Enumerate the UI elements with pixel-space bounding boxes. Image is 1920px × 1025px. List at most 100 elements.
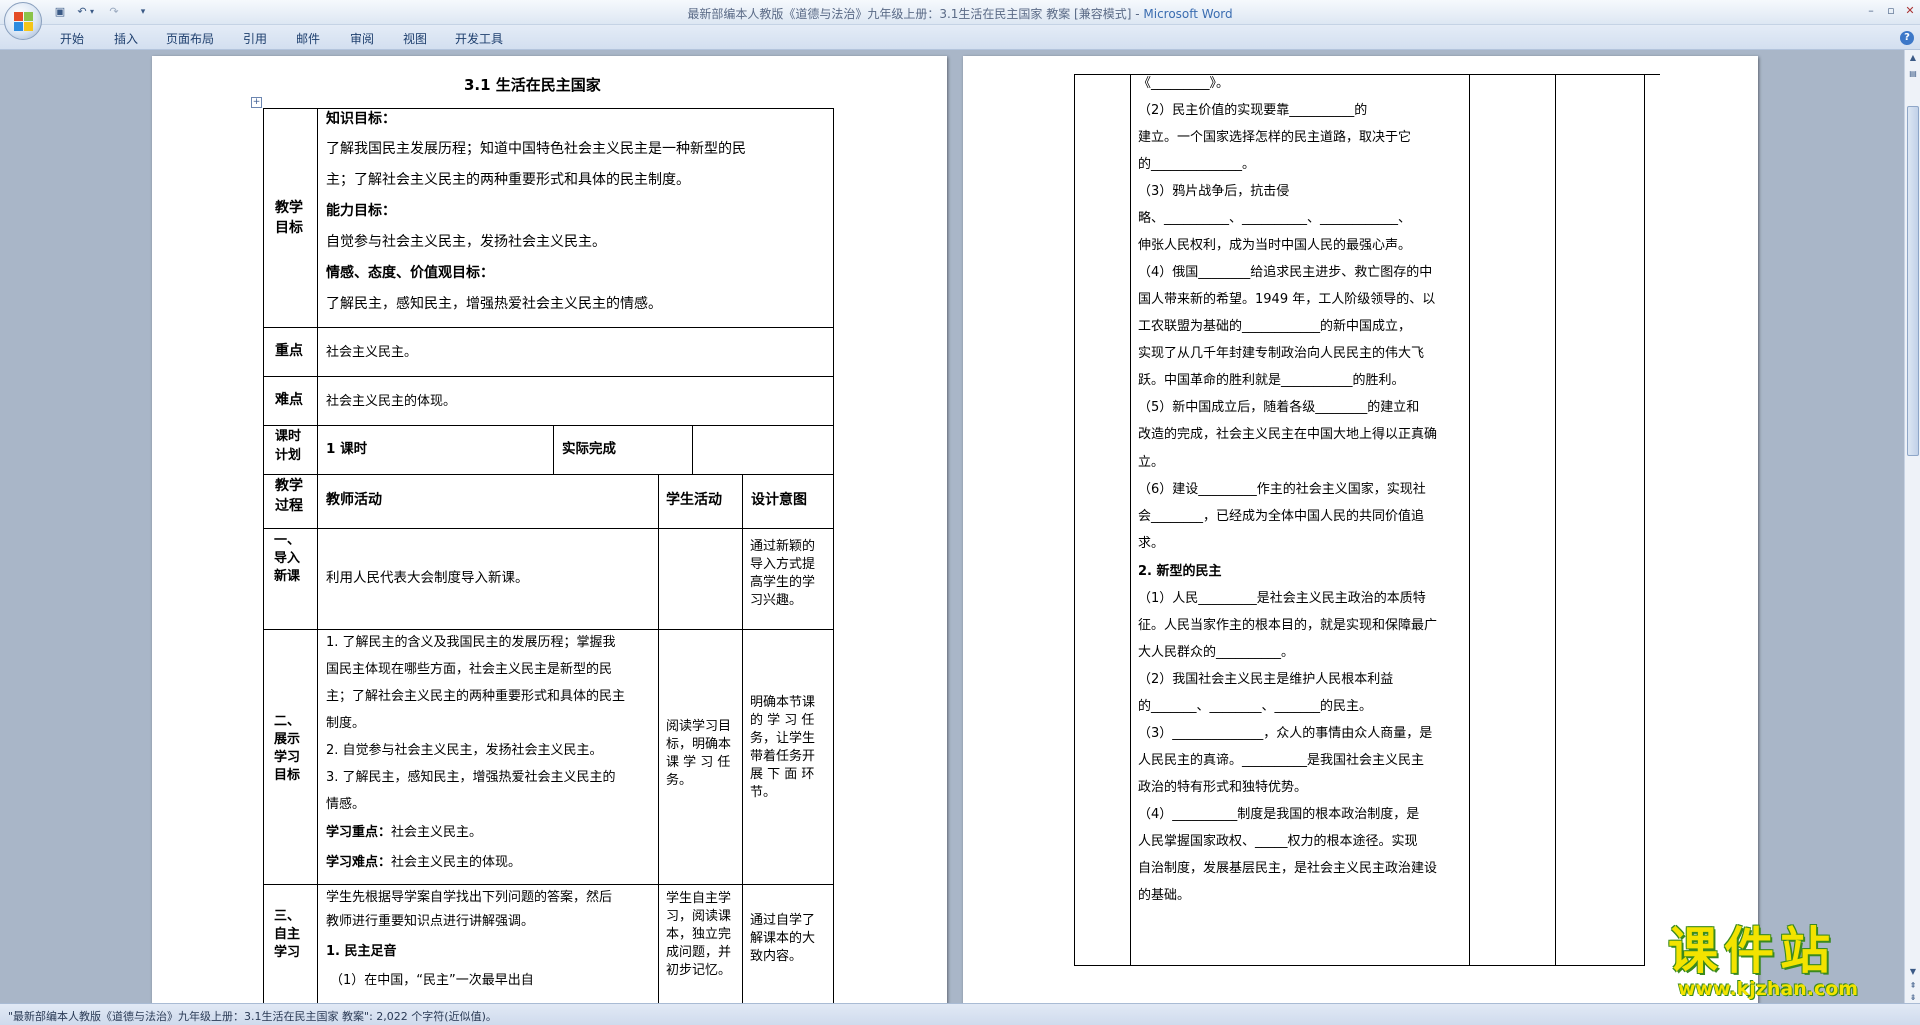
self-label-1: 三、: [274, 909, 301, 924]
difficult-text: 社会主义民主的体现。: [326, 394, 457, 409]
maximize-icon[interactable]: ▫: [1882, 3, 1900, 19]
show-label-2: 展示: [274, 732, 301, 747]
table-move-handle-icon[interactable]: +: [251, 97, 262, 108]
page2-line: 的_______、________、_______的民主。: [1138, 699, 1373, 714]
learning-difficulty-label: 学习难点：: [326, 855, 392, 870]
key-label: 重点: [275, 343, 303, 359]
self-design-line: 通过自学了: [750, 913, 816, 928]
tab-view[interactable]: 视图: [403, 30, 427, 47]
page2-line: 的______________。: [1138, 157, 1256, 172]
page2-line: 会________，已经成为全体中国人民的共同价值追: [1138, 509, 1425, 524]
tab-review[interactable]: 审阅: [350, 30, 374, 47]
self-teacher-line: 学生先根据导学案自学找出下列问题的答案，然后: [326, 890, 613, 905]
goal-line: 了解我国民主发展历程；知道中国特色社会主义民主是一种新型的民: [326, 141, 746, 157]
show-teacher-line: 主；了解社会主义民主的两种重要形式和具体的民主: [326, 689, 626, 704]
self-design-line: 解课本的大: [750, 931, 816, 946]
show-design-line: 明确本节课: [750, 695, 816, 710]
page2-line: 求。: [1138, 536, 1165, 551]
show-student-line: 标，明确本: [666, 737, 732, 752]
show-label-1: 二、: [274, 714, 301, 729]
site-watermark: 课件站 www.kjzhan.com: [1668, 922, 1908, 1002]
page2-line: （4）俄国________给追求民主进步、救亡图存的中: [1138, 265, 1433, 280]
tab-mailings[interactable]: 邮件: [296, 30, 320, 47]
learning-difficulty-text: 社会主义民主的体现。: [391, 855, 522, 870]
process-label-2: 过程: [275, 498, 303, 514]
watermark-title: 课件站: [1668, 921, 1836, 980]
page2-line: 大人民群众的__________。: [1138, 645, 1295, 660]
page2-line: 略、__________、__________、____________、: [1138, 211, 1412, 226]
tab-developer[interactable]: 开发工具: [455, 30, 503, 47]
show-design-line: 务，让学生: [750, 731, 816, 746]
office-logo-icon: [14, 12, 33, 31]
page2-line: 国人带来新的希望。1949 年，工人阶级领导的、以: [1138, 292, 1436, 307]
page2-line: 政治的特有形式和独特优势。: [1138, 780, 1308, 795]
tab-references[interactable]: 引用: [243, 30, 267, 47]
scroll-up-icon[interactable]: ▲: [1907, 52, 1919, 64]
minimize-icon[interactable]: –: [1862, 3, 1880, 19]
scroll-down-icon[interactable]: ▼: [1907, 966, 1919, 978]
page2-line: 改造的完成，社会主义民主在中国大地上得以正真确: [1138, 427, 1438, 442]
page2-line: 的基础。: [1138, 888, 1191, 903]
page2-line: 《_________》。: [1138, 76, 1230, 91]
page2-line: （5）新中国成立后，随着各级________的建立和: [1138, 400, 1420, 415]
page2-line: 征。人民当家作主的根本目的，就是实现和保障最广: [1138, 618, 1438, 633]
plan-label-2: 计划: [275, 448, 302, 463]
intro-label-1: 一、: [274, 533, 301, 548]
democracy-footsteps-heading: 1. 民主足音: [326, 944, 397, 959]
tab-insert[interactable]: 插入: [114, 30, 138, 47]
goal-line: 了解民主，感知民主，增强热爱社会主义民主的情感。: [326, 296, 662, 312]
window-title: 最新部编本人教版《道德与法治》九年级上册：3.1生活在民主国家 教案 [兼容模式…: [687, 7, 1233, 21]
scroll-thumb[interactable]: [1907, 106, 1919, 456]
show-student-line: 课 学 习 任: [666, 755, 731, 770]
self-student-line: 初步记忆。: [666, 963, 732, 978]
office-button[interactable]: [4, 2, 42, 40]
page2-line: 工农联盟为基础的____________的新中国成立，: [1138, 319, 1412, 334]
show-design-line: 带着任务开: [750, 749, 816, 764]
document-area[interactable]: 3.1 生活在民主国家 + 教学 目标 知识目标： 了解我国民主发展历程；知道中…: [0, 50, 1904, 1003]
page2-line: 立。: [1138, 455, 1165, 470]
previous-page-icon[interactable]: ⇞: [1907, 980, 1919, 992]
page2-line: 建立。一个国家选择怎样的民主道路，取决于它: [1138, 130, 1412, 145]
goal-line: 自觉参与社会主义民主，发扬社会主义民主。: [326, 234, 606, 250]
emotion-goal-heading: 情感、态度、价值观目标：: [326, 265, 494, 281]
difficult-label: 难点: [275, 392, 303, 408]
self-student-line: 本，独立完: [666, 927, 732, 942]
page2-line: 实现了从几千年封建专制政治向人民民主的伟大飞: [1138, 346, 1425, 361]
student-activity-header: 学生活动: [666, 492, 722, 508]
ability-goal-heading: 能力目标：: [326, 203, 396, 219]
page2-line: 伸张人民权利，成为当时中国人民的最强心声。: [1138, 238, 1412, 253]
page2-line: 人民民主的真谛。__________是我国社会主义民主: [1138, 753, 1425, 768]
intro-label-2: 导入: [274, 551, 301, 566]
show-design-line: 的 学 习 任: [750, 713, 815, 728]
show-teacher-line: 国民主体现在哪些方面，社会主义民主是新型的民: [326, 662, 613, 677]
page2-line: （3）______________，众人的事情由众人商量，是: [1138, 726, 1433, 741]
show-teacher-line: 3. 了解民主，感知民主，增强热爱社会主义民主的: [326, 770, 616, 785]
page2-line: 自治制度，发展基层民主，是社会主义民主政治建设: [1138, 861, 1438, 876]
page2-line: 2. 新型的民主: [1138, 564, 1222, 579]
show-student-line: 务。: [666, 773, 693, 788]
intro-teacher-text: 利用人民代表大会制度导入新课。: [326, 570, 529, 586]
show-design-line: 节。: [750, 785, 777, 800]
tab-home[interactable]: 开始: [60, 30, 84, 47]
process-label-1: 教学: [275, 478, 303, 494]
self-label-2: 自主: [274, 927, 301, 942]
page2-line: （2）民主价值的实现要靠__________的: [1138, 103, 1368, 118]
tab-page-layout[interactable]: 页面布局: [166, 30, 214, 47]
close-icon[interactable]: ✕: [1901, 3, 1919, 19]
title-bar: ▣ ↶ ▾ ↷ ▾ 最新部编本人教版《道德与法治》九年级上册：3.1生活在民主国…: [0, 0, 1920, 25]
page-2: 《_________》。 （2）民主价值的实现要靠__________的建立。一个…: [963, 56, 1758, 1003]
ruler-toggle-icon[interactable]: ▤: [1907, 68, 1919, 80]
show-student-line: 阅读学习目: [666, 719, 732, 734]
help-icon[interactable]: ?: [1900, 31, 1914, 45]
plan-hours: 1 课时: [326, 441, 368, 457]
ribbon-tabs: 开始 插入 页面布局 引用 邮件 审阅 视图 开发工具 ?: [0, 25, 1920, 50]
intro-design-line: 高学生的学: [750, 575, 816, 590]
page2-line: 人民掌握国家政权、_____权力的根本途径。实现: [1138, 834, 1418, 849]
page2-line: 跃。中国革命的胜利就是___________的胜利。: [1138, 373, 1405, 388]
self-student-line: 成问题，并: [666, 945, 732, 960]
self-item-1: （1）在中国，“民主”一次最早出自: [330, 973, 534, 988]
intro-design-line: 通过新颖的: [750, 539, 816, 554]
show-teacher-line: 1. 了解民主的含义及我国民主的发展历程；掌握我: [326, 635, 616, 650]
teacher-activity-header: 教师活动: [326, 492, 382, 508]
vertical-scrollbar[interactable]: ▲ ▤ ▼ ⇞ ⇟: [1904, 50, 1920, 1003]
